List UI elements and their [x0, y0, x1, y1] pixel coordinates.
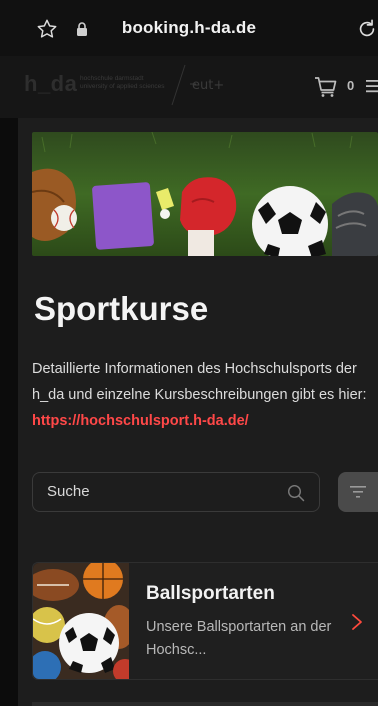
- search-icon[interactable]: [287, 484, 305, 502]
- filter-icon: [350, 486, 366, 498]
- eut-logo-text: eut+: [192, 78, 224, 93]
- cart-count: 0: [347, 78, 355, 93]
- search-box[interactable]: [32, 472, 320, 512]
- category-card-ballsportarten[interactable]: Ballsportarten Unsere Ballsportarten an …: [32, 562, 378, 680]
- cart-icon[interactable]: [314, 76, 338, 98]
- category-description: Unsere Ballsportarten an der Hochsc...: [146, 619, 332, 658]
- filter-button[interactable]: [338, 472, 378, 512]
- hda-logo[interactable]: h_da: [24, 71, 77, 97]
- page-title: Sportkurse: [34, 290, 209, 327]
- browser-address-bar: booking.h-da.de: [0, 0, 378, 56]
- eut-logo[interactable]: eut+: [190, 74, 238, 96]
- search-input[interactable]: [47, 483, 277, 500]
- main-content: Sportkurse Detaillierte Informationen de…: [18, 118, 378, 706]
- intro-description: Detaillierte Informationen des Hochschul…: [32, 361, 367, 403]
- chevron-right-icon[interactable]: [351, 613, 363, 631]
- site-header: h_da hochschule darmstadt university of …: [0, 56, 378, 118]
- reload-icon[interactable]: [356, 18, 378, 40]
- logo-divider: [171, 64, 186, 106]
- menu-icon[interactable]: [366, 78, 378, 94]
- intro-text: Detaillierte Informationen des Hochschul…: [32, 356, 378, 434]
- hero-sports-equipment-image: [32, 132, 378, 256]
- ballsport-thumbnail-image: [33, 563, 129, 679]
- hochschulsport-link[interactable]: https://hochschulsport.h-da.de/: [32, 413, 249, 429]
- hda-logo-subtext: hochschule darmstadt university of appli…: [80, 75, 165, 90]
- next-category-card-edge: [32, 702, 378, 706]
- url-text[interactable]: booking.h-da.de: [0, 18, 378, 38]
- category-title[interactable]: Ballsportarten: [146, 583, 275, 605]
